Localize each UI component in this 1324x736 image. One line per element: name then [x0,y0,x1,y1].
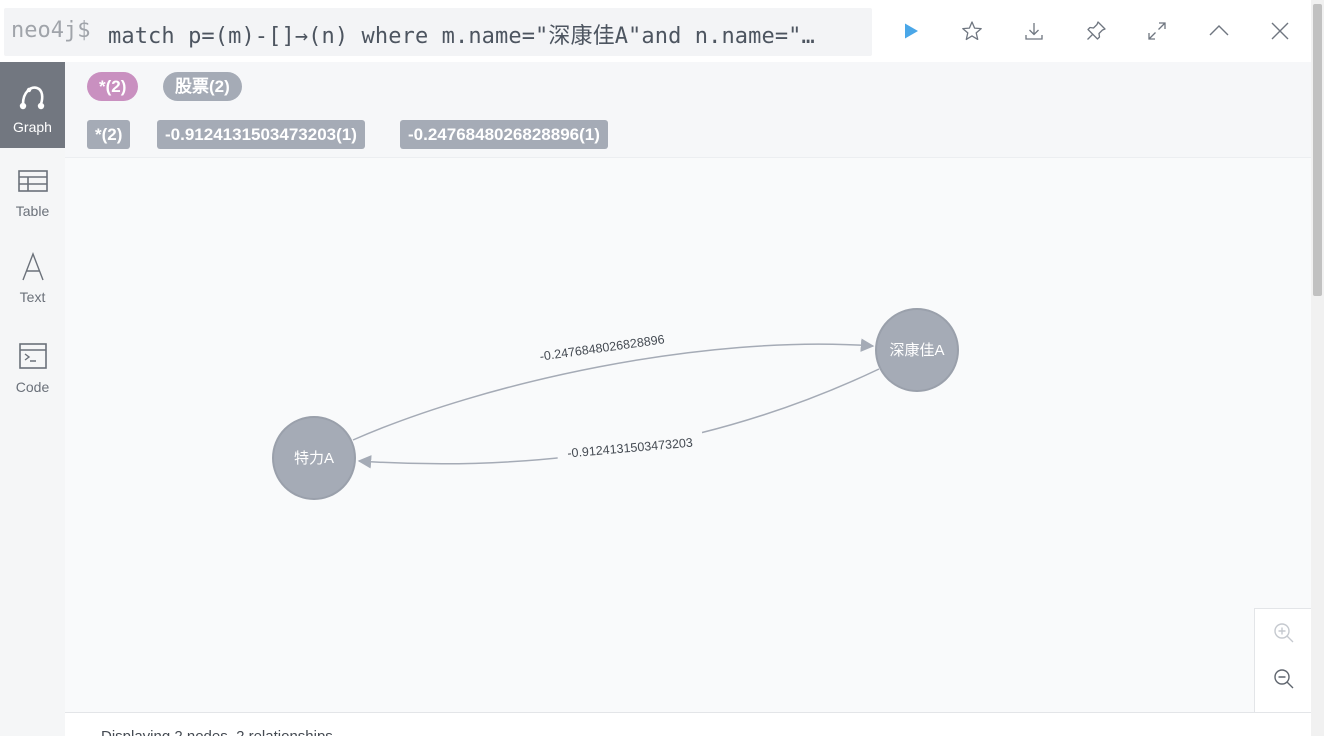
pin-icon [1085,20,1107,42]
sidebar-item-text[interactable]: Text [0,252,65,338]
download-button[interactable] [1017,14,1051,48]
zoom-out-button[interactable] [1255,655,1312,707]
pin-button[interactable] [1079,14,1113,48]
zoom-out-icon [1272,667,1296,696]
sidebar-item-code[interactable]: Code [0,342,65,428]
expand-icon [1146,20,1168,42]
close-icon [1269,20,1291,42]
sidebar-item-label: Table [15,203,50,219]
graph-canvas[interactable]: -0.2476848026828896 -0.9124131503473203 … [65,158,1311,712]
editor-prompt: neo4j$ [11,18,91,43]
legend-rel-type[interactable]: -0.9124131503473203(1) [157,120,365,149]
run-button[interactable] [894,14,928,48]
legend-rel-all[interactable]: *(2) [87,120,131,149]
sidebar-item-label: Text [19,289,46,305]
table-icon [17,168,49,199]
sidebar-item-label: Graph [13,119,52,135]
legend-label-stock[interactable]: 股票(2) [163,72,242,101]
view-mode-sidebar: Graph Table Text Code [0,62,65,736]
graph-icon [17,82,49,117]
collapse-icon [1207,19,1231,43]
zoom-in-icon [1272,621,1296,650]
text-icon [18,252,48,287]
graph-node[interactable]: 特力A [272,416,356,500]
node-label: 特力A [294,450,334,467]
zoom-in-button[interactable] [1255,609,1312,661]
legend-label-all[interactable]: *(2) [87,72,139,101]
status-text: Displaying 2 nodes, 2 relationships. [101,728,337,736]
sidebar-item-table[interactable]: Table [0,168,65,254]
sidebar-item-label: Code [15,379,50,395]
graph-legend: *(2) 股票(2) *(2) -0.9124131503473203(1) -… [65,62,1311,158]
zoom-controls [1254,608,1311,712]
query-text[interactable]: match p=(m)-[]→(n) where m.name="深康佳A"an… [108,18,815,50]
sidebar-item-graph[interactable]: Graph [0,62,65,148]
close-button[interactable] [1263,14,1297,48]
collapse-button[interactable] [1202,14,1236,48]
scrollbar-thumb[interactable] [1313,4,1322,296]
neo4j-result-frame: neo4j$ match p=(m)-[]→(n) where m.name="… [0,0,1324,736]
relationship-edge[interactable] [352,338,875,441]
status-bar: Displaying 2 nodes, 2 relationships. [65,712,1311,736]
node-label: 深康佳A [889,342,944,359]
code-icon [17,342,49,375]
run-icon [902,22,920,40]
graph-node[interactable]: 深康佳A [875,308,959,392]
query-editor[interactable]: neo4j$ match p=(m)-[]→(n) where m.name="… [4,8,872,56]
favorite-star-icon [961,20,983,42]
legend-rel-type[interactable]: -0.2476848026828896(1) [400,120,608,149]
fullscreen-button[interactable] [1140,14,1174,48]
frame-header: neo4j$ match p=(m)-[]→(n) where m.name="… [0,0,1312,62]
favorite-button[interactable] [955,14,989,48]
download-icon [1023,20,1045,42]
result-view: *(2) 股票(2) *(2) -0.9124131503473203(1) -… [65,62,1311,712]
